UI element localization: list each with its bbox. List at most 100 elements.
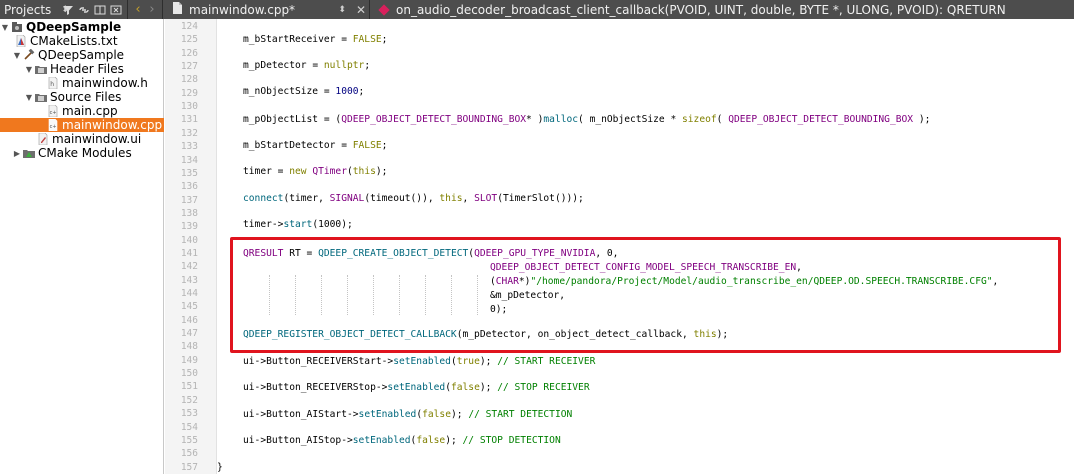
tree-item-source-files[interactable]: ▼ Source Files xyxy=(0,90,164,104)
tree-item-label: QDeepSample xyxy=(26,20,122,34)
project-icon xyxy=(10,21,23,33)
line-number: 132 xyxy=(180,127,198,139)
function-selector-label: on_audio_decoder_broadcast_client_callba… xyxy=(396,2,1006,17)
cpp-file-icon xyxy=(172,2,183,17)
tree-item-label: mainwindow.ui xyxy=(52,132,142,146)
projects-label: Projects xyxy=(4,2,52,17)
cmake-file-icon xyxy=(14,35,27,47)
collapse-arrow-icon[interactable]: ▼ xyxy=(24,93,34,102)
code-line-157: } xyxy=(217,462,223,473)
tree-item-label: mainwindow.h xyxy=(62,76,148,90)
collapse-arrow-icon[interactable]: ▼ xyxy=(24,65,34,74)
line-number: 144 xyxy=(180,288,198,299)
code-line-155: ui->Button_AIStop->setEnabled(false); //… xyxy=(243,435,561,446)
split-icon[interactable] xyxy=(92,2,108,18)
line-number: 131 xyxy=(180,114,198,126)
line-number: 136 xyxy=(180,181,198,193)
line-number: 134 xyxy=(180,154,198,166)
file-tab-label: mainwindow.cpp* xyxy=(189,2,296,17)
line-number: 128 xyxy=(180,74,198,86)
project-tree: ▼ QDeepSample CMakeLists.txt ▼ QDeepSamp… xyxy=(0,19,164,474)
code-line-153: ui->Button_AIStart->setEnabled(false); /… xyxy=(243,409,573,420)
forward-arrow-icon[interactable]: › xyxy=(145,2,159,17)
tree-item-label: CMakeLists.txt xyxy=(30,34,118,48)
tree-item-mainwindow-ui[interactable]: mainwindow.ui xyxy=(0,132,164,146)
line-number: 151 xyxy=(180,381,198,393)
tree-item-mainwindow-cpp[interactable]: c+ mainwindow.cpp xyxy=(0,118,164,132)
line-number: 137 xyxy=(180,194,198,206)
toolbar-divider xyxy=(127,0,128,19)
tree-item-mainwindow-h[interactable]: h mainwindow.h xyxy=(0,76,164,90)
line-number: 135 xyxy=(180,167,198,179)
filter-icon[interactable] xyxy=(60,2,76,18)
line-number: 148 xyxy=(180,341,198,353)
svg-text:c+: c+ xyxy=(49,110,56,116)
line-number: 140 xyxy=(180,234,198,246)
tree-item-header-files[interactable]: ▼ Header Files xyxy=(0,62,164,76)
line-number: 146 xyxy=(180,314,198,326)
toolbar-divider xyxy=(162,0,163,19)
close-icon[interactable]: ✕ xyxy=(356,3,366,17)
cpp-file-icon: c+ xyxy=(46,119,59,131)
line-number: 129 xyxy=(180,87,198,99)
header-file-icon: h xyxy=(46,77,59,89)
line-number: 145 xyxy=(180,301,198,313)
line-number: 139 xyxy=(180,221,198,233)
collapse-arrow-icon[interactable]: ▼ xyxy=(12,51,22,60)
code-line-129: m_nObjectSize = 1000; xyxy=(243,86,365,97)
highlight-annotation-box xyxy=(230,237,1061,353)
tree-item-label: CMake Modules xyxy=(38,146,132,160)
svg-text:c+: c+ xyxy=(49,124,56,130)
code-line-131: m_pObjectList = (QDEEP_OBJECT_DETECT_BOU… xyxy=(243,114,931,125)
line-number: 127 xyxy=(180,61,198,73)
top-toolbar: Projects ⬍ ‹ › mainwindow.cpp* ⬍ ✕ on_au… xyxy=(0,0,1074,19)
code-line-133: m_bStartDetector = FALSE; xyxy=(243,140,388,151)
function-icon xyxy=(378,3,390,16)
hammer-icon xyxy=(22,49,35,61)
code-line-139: timer->start(1000); xyxy=(243,219,353,230)
line-number: 149 xyxy=(180,354,198,366)
function-selector[interactable]: on_audio_decoder_broadcast_client_callba… xyxy=(373,3,1006,17)
cpp-file-icon: c+ xyxy=(46,105,59,117)
line-number: 154 xyxy=(180,421,198,433)
svg-text:h: h xyxy=(50,81,54,88)
tree-item-target[interactable]: ▼ QDeepSample xyxy=(0,48,164,62)
code-editor[interactable]: 124 125 126 127 128 129 130 131 132 133 134 135 136 1… xyxy=(165,19,1074,474)
back-arrow-icon[interactable]: ‹ xyxy=(131,2,145,17)
close-panel-icon[interactable] xyxy=(108,2,124,18)
code-line-149: ui->Button_RECEIVERStart->setEnabled(tru… xyxy=(243,356,596,367)
line-number: 141 xyxy=(180,247,198,259)
chevron-down-icon[interactable]: ⬍ xyxy=(338,5,346,15)
line-number: 133 xyxy=(180,141,198,153)
line-number: 147 xyxy=(180,328,198,340)
tree-item-root-project[interactable]: ▼ QDeepSample xyxy=(0,20,164,34)
line-number: 153 xyxy=(180,408,198,420)
tree-item-cmakelists[interactable]: CMakeLists.txt xyxy=(0,34,164,48)
open-file-selector[interactable]: mainwindow.cpp* ⬍ ✕ xyxy=(166,2,366,17)
tree-item-main-cpp[interactable]: c+ main.cpp xyxy=(0,104,164,118)
line-number: 150 xyxy=(180,368,198,380)
ui-file-icon xyxy=(36,133,49,145)
line-number: 124 xyxy=(180,21,198,32)
link-icon[interactable] xyxy=(76,2,92,18)
code-line-135: timer = new QTimer(this); xyxy=(243,166,388,177)
tree-item-label: main.cpp xyxy=(62,104,118,118)
line-number: 130 xyxy=(180,101,198,113)
tree-item-label: mainwindow.cpp xyxy=(62,118,163,132)
folder-icon xyxy=(34,63,47,75)
tree-item-label: Header Files xyxy=(50,62,124,76)
line-number: 152 xyxy=(180,394,198,406)
code-line-127: m_pDetector = nullptr; xyxy=(243,60,371,71)
line-number: 125 xyxy=(180,34,198,46)
tree-item-label: Source Files xyxy=(50,90,122,104)
code-line-151: ui->Button_RECEIVERStop->setEnabled(fals… xyxy=(243,382,590,393)
line-number: 143 xyxy=(180,274,198,286)
line-number: 157 xyxy=(180,461,198,473)
expand-arrow-icon[interactable]: ▶ xyxy=(12,149,22,158)
toolbar-divider xyxy=(369,0,370,19)
collapse-arrow-icon[interactable]: ▼ xyxy=(0,23,10,32)
tree-item-cmake-modules[interactable]: ▶ CMake Modules xyxy=(0,146,164,160)
line-number: 138 xyxy=(180,207,198,219)
projects-pane-title[interactable]: Projects ⬍ xyxy=(0,2,69,17)
line-number: 126 xyxy=(180,47,198,59)
